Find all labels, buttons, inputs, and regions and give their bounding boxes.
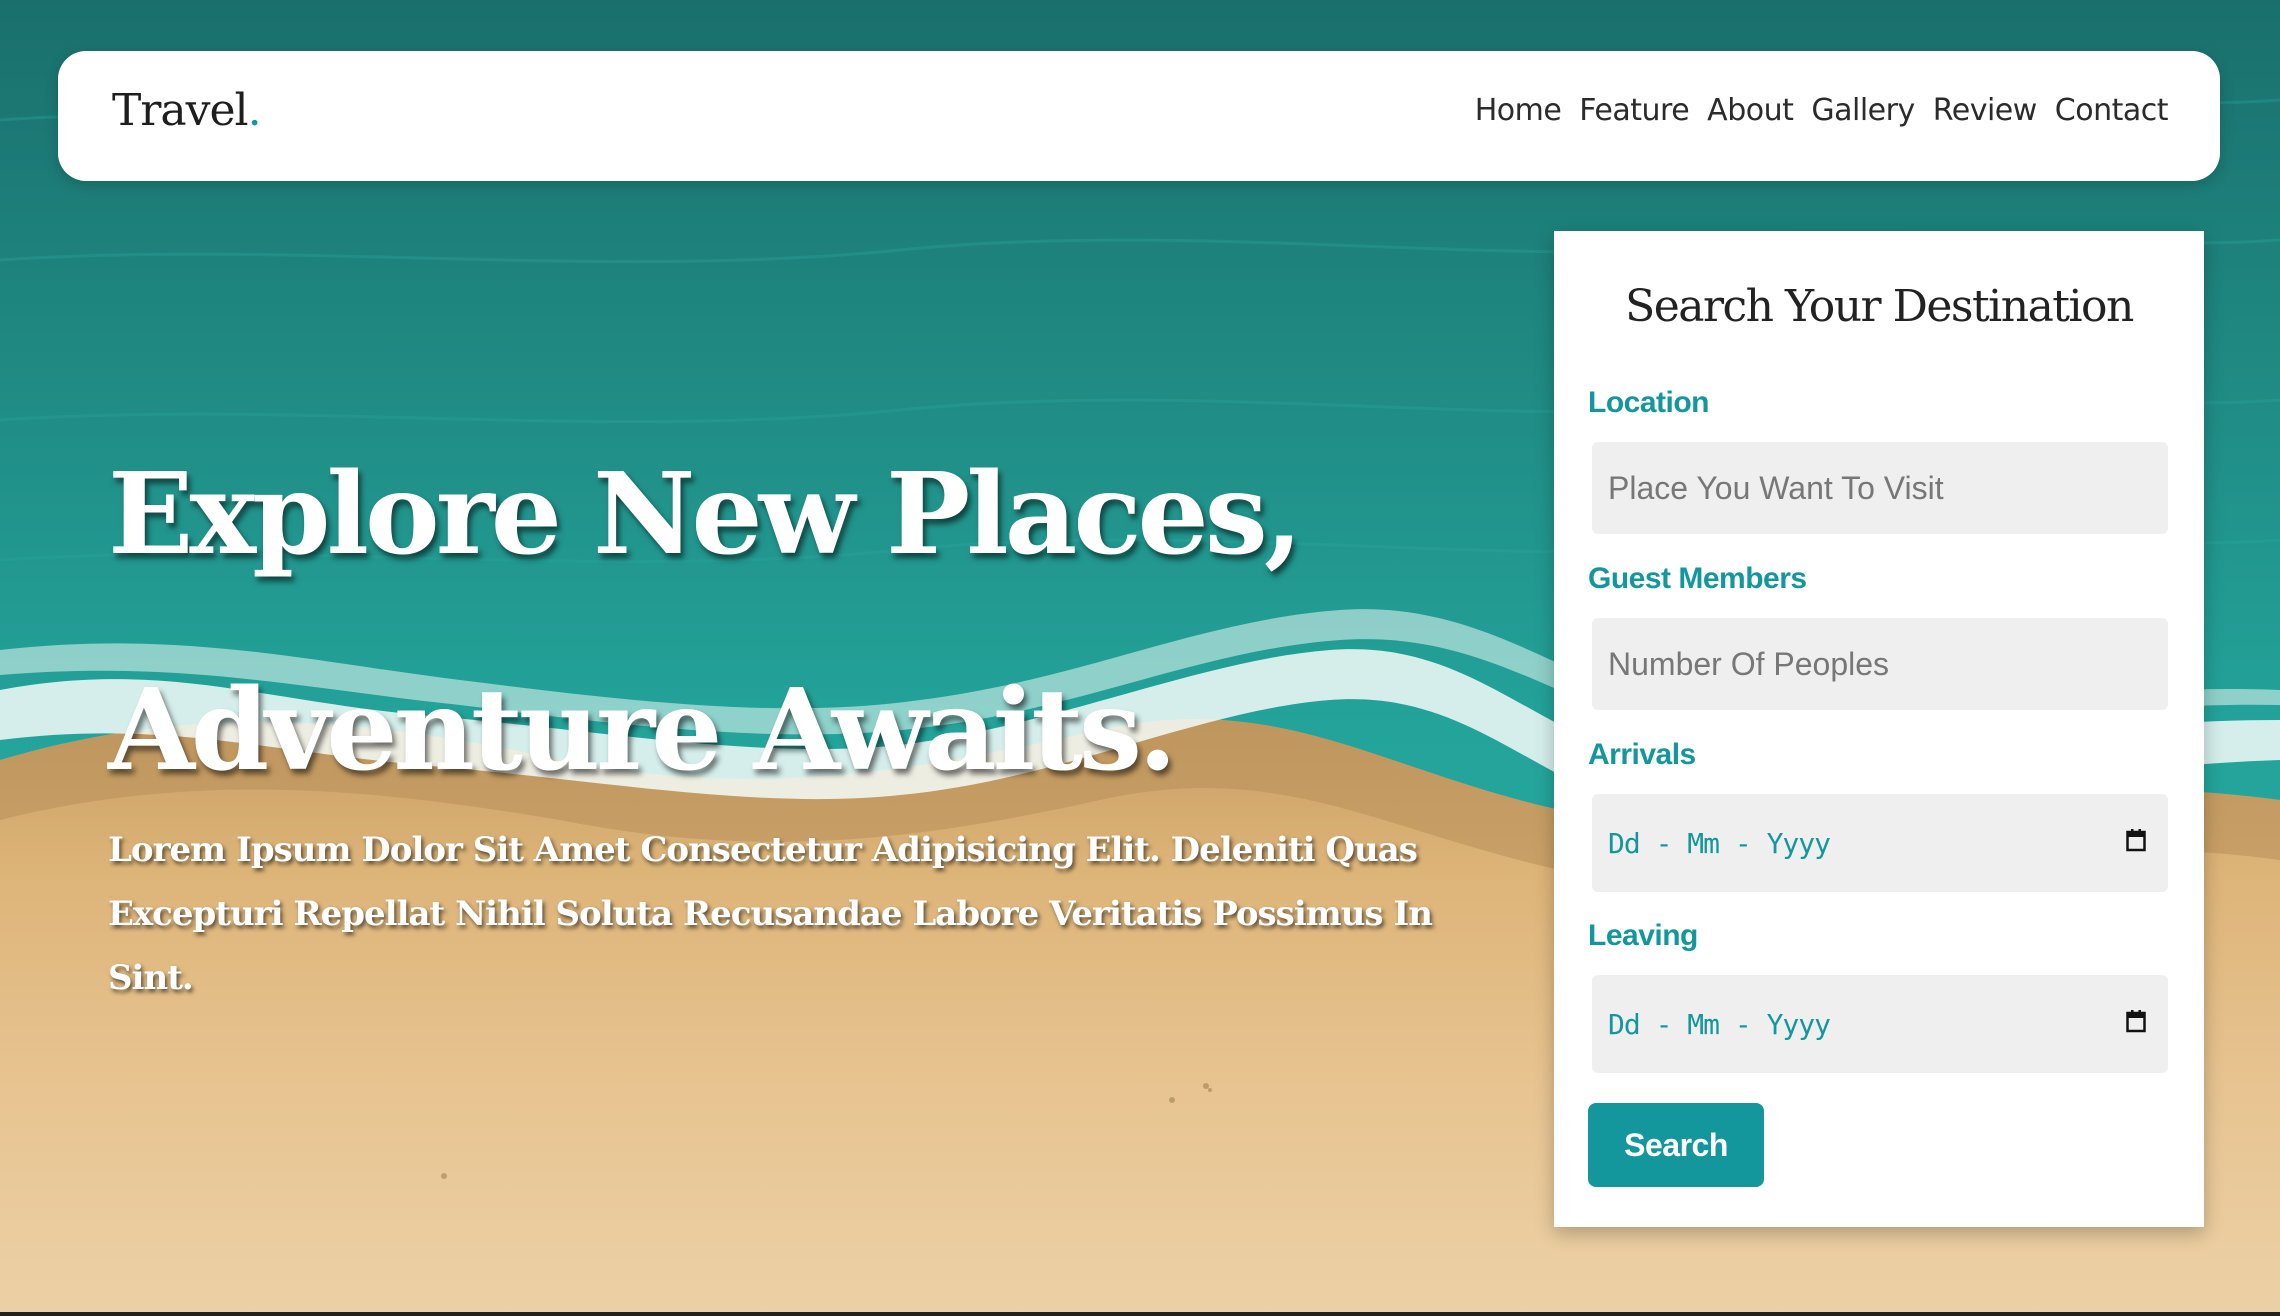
page: Travel. Home Feature About Gallery Revie… <box>0 0 2280 1316</box>
nav-link-contact[interactable]: Contact <box>2055 93 2169 128</box>
hero-title-line-2: Adventure Awaits. <box>108 665 1177 796</box>
bottom-divider <box>0 1312 2280 1316</box>
logo-dot: . <box>247 85 262 136</box>
hero-description: Lorem Ipsum Dolor Sit Amet Consectetur A… <box>108 830 1433 998</box>
navbar: Travel. Home Feature About Gallery Revie… <box>58 51 2220 181</box>
nav-link-home[interactable]: Home <box>1475 93 1562 128</box>
arrivals-date-input[interactable]: Dd - Mm - Yyyy <box>1592 794 2168 892</box>
calendar-icon[interactable] <box>2126 1009 2146 1033</box>
hero-title: Explore New Places, Adventure Awaits. <box>108 405 1488 837</box>
arrivals-label: Arrivals <box>1588 738 1696 771</box>
nav-link-feature[interactable]: Feature <box>1579 93 1689 128</box>
search-panel-title: Search Your Destination <box>1625 281 2134 332</box>
nav-link-gallery[interactable]: Gallery <box>1811 93 1915 128</box>
guest-members-label: Guest Members <box>1588 562 1807 595</box>
leaving-date-placeholder: Dd - Mm - Yyyy <box>1608 1007 1831 1041</box>
nav-link-review[interactable]: Review <box>1933 93 2038 128</box>
search-panel: Search Your Destination Location Place Y… <box>1554 231 2204 1227</box>
location-label: Location <box>1588 386 1710 419</box>
leaving-label: Leaving <box>1588 919 1698 952</box>
nav-menu: Home Feature About Gallery Review Contac… <box>1475 93 2169 128</box>
arrivals-date-placeholder: Dd - Mm - Yyyy <box>1608 826 1831 860</box>
calendar-icon[interactable] <box>2126 828 2146 852</box>
logo-text: Travel <box>112 85 249 136</box>
site-logo[interactable]: Travel. <box>112 85 262 136</box>
guest-members-input[interactable]: Number Of Peoples <box>1592 618 2168 710</box>
search-button[interactable]: Search <box>1588 1103 1764 1187</box>
leaving-date-input[interactable]: Dd - Mm - Yyyy <box>1592 975 2168 1073</box>
hero-title-line-1: Explore New Places, <box>108 449 1303 580</box>
nav-link-about[interactable]: About <box>1707 93 1794 128</box>
location-input[interactable]: Place You Want To Visit <box>1592 442 2168 534</box>
